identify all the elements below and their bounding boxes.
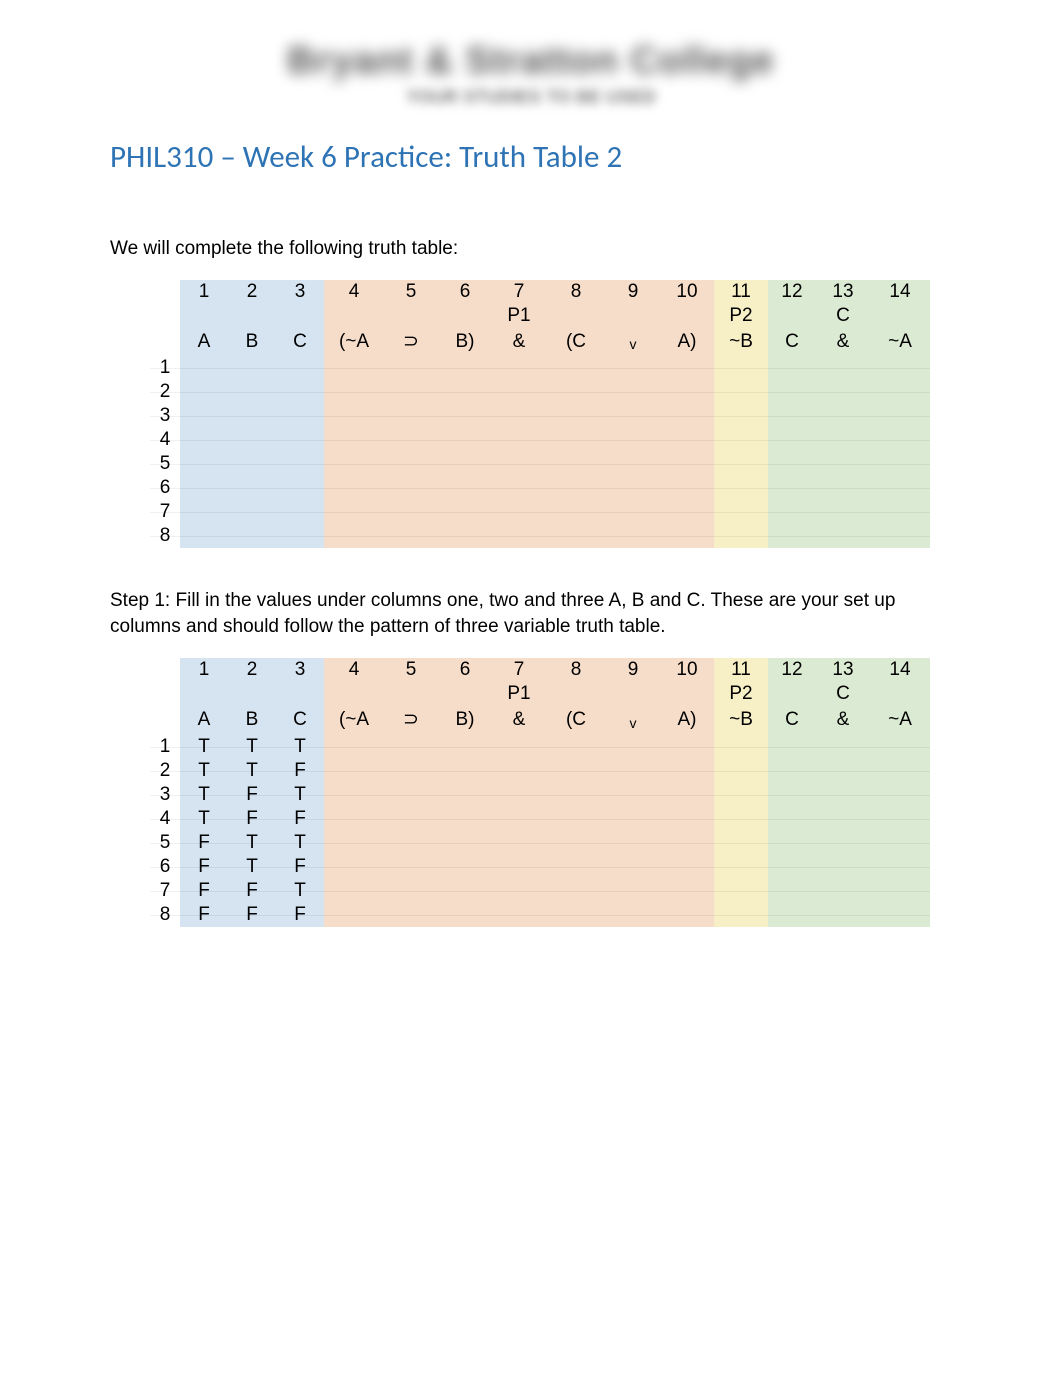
intro-text: We will complete the following truth tab… [110,236,952,262]
table-row: 4 [150,428,930,452]
table-row: 4TFF [150,807,930,831]
table-row: 2 [150,380,930,404]
table-row: 6 [150,476,930,500]
header-row-premises: P1 P2 C [150,304,930,328]
blurred-title: Bryant & Stratton College [0,40,1062,83]
truth-table-blank: 1 2 3 4 5 6 7 8 9 10 11 12 13 14 P1 [150,280,952,549]
table-row: 1 [150,356,930,380]
table-row: 8 [150,524,930,548]
table-row: 3TFT [150,783,930,807]
truth-table-filled: 1 2 3 4 5 6 7 8 9 10 11 12 13 14 P1 [150,658,952,927]
blurred-header: Bryant & Stratton College YOUR STUDIES T… [0,40,1062,108]
step1-text: Step 1: Fill in the values under columns… [110,588,952,639]
header-row-nums: 1 2 3 4 5 6 7 8 9 10 11 12 13 14 [150,280,930,304]
table-row: 5FTT [150,831,930,855]
table-row: 2TTF [150,759,930,783]
table-row: 6FTF [150,855,930,879]
document-content: PHIL310 – Week 6 Practice: Truth Table 2… [0,138,1062,927]
header-row-premises: P1 P2 C [150,682,930,706]
blurred-subtitle: YOUR STUDIES TO BE USED [0,87,1062,108]
header-row-vars: A B C (~A ⊃ B) & (C v A) ~B C & ~A [150,706,930,735]
table-row: 1TTT [150,735,930,759]
table-row: 7 [150,500,930,524]
table-row: 7FFT [150,879,930,903]
header-row-vars: A B C (~A ⊃ B) & (C v A) ~B C & ~A [150,328,930,357]
table-row: 3 [150,404,930,428]
page-title: PHIL310 – Week 6 Practice: Truth Table 2 [110,138,952,176]
table-row: 8FFF [150,903,930,927]
bottom-fade [0,1307,1062,1377]
table-row: 5 [150,452,930,476]
header-row-nums: 1 2 3 4 5 6 7 8 9 10 11 12 13 14 [150,658,930,682]
